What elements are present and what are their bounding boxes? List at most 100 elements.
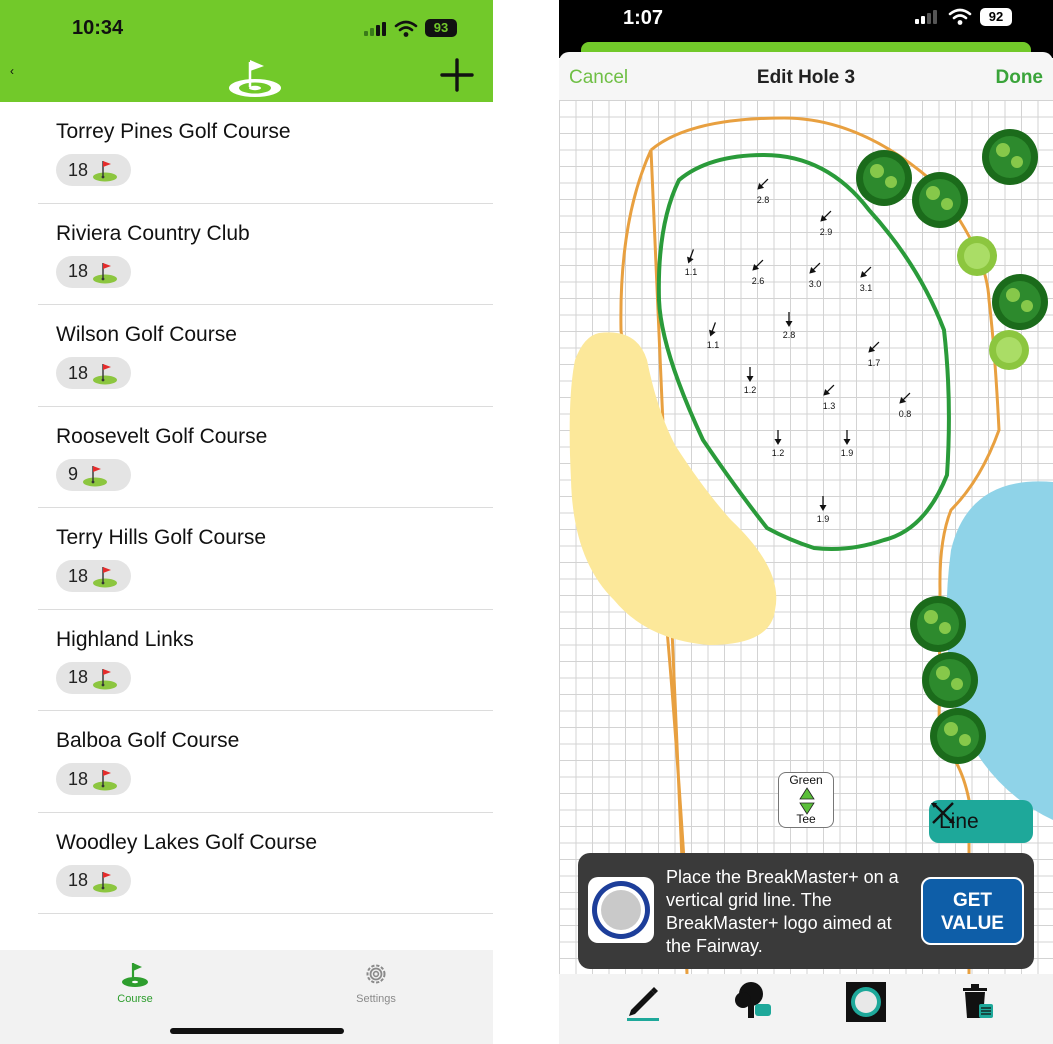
hole-map-canvas[interactable]: 2.8 2.9 1.1 2.6 3.0 3.1 1.1 2.8 1.7 1.2 1.3 0.8 1.2 1…	[559, 100, 1053, 974]
slope-markers: 2.8 2.9 1.1 2.6 3.0 3.1 1.1 2.8 1.7 1.2 1.3 0.8 1.2 1…	[685, 177, 913, 524]
slope-marker[interactable]: 1.2	[772, 430, 785, 458]
bush-icon	[989, 330, 1029, 370]
home-indicator	[170, 1028, 344, 1034]
tab-course-label: Course	[117, 993, 153, 1005]
slope-marker[interactable]: 2.8	[783, 312, 796, 340]
hole-count-badge: 18	[56, 864, 131, 897]
flag-green-icon	[93, 770, 118, 791]
page-title: Edit Hole 3	[756, 67, 856, 88]
course-row[interactable]: Riviera Country Club 18	[0, 204, 493, 305]
tree-icon	[992, 274, 1048, 330]
back-chevron-icon[interactable]: ‹	[10, 64, 14, 78]
slope-value: 2.6	[752, 276, 765, 286]
course-row[interactable]: Roosevelt Golf Course 9	[0, 407, 493, 508]
course-name: Riviera Country Club	[56, 221, 250, 245]
hole-count-badge: 18	[56, 560, 131, 592]
slope-marker[interactable]: 1.2	[744, 367, 757, 395]
status-time: 1:07	[623, 7, 664, 29]
flag-green-icon	[83, 465, 108, 486]
hole-count: 18	[68, 159, 89, 180]
slope-marker[interactable]: 1.1	[685, 248, 698, 277]
battery-indicator: 93	[425, 19, 457, 37]
pencil-icon[interactable]	[623, 980, 663, 1022]
slope-value: 1.2	[744, 385, 757, 395]
course-name: Torrey Pines Golf Course	[56, 120, 291, 143]
nav-bar: Cancel Edit Hole 3 Done	[559, 52, 1053, 100]
slope-value: 0.8	[899, 409, 912, 419]
course-row[interactable]: Balboa Golf Course 18	[0, 711, 493, 813]
tree-tool-icon[interactable]	[733, 980, 777, 1022]
course-list-screen: 10:34 93 ‹ Torrey Pines Golf Course 18 R…	[0, 0, 493, 1044]
course-name: Terry Hills Golf Course	[56, 526, 267, 549]
course-row[interactable]: Highland Links 18	[0, 610, 493, 711]
gear-icon	[366, 964, 386, 984]
battery-indicator: 92	[980, 8, 1012, 26]
course-name: Highland Links	[56, 627, 194, 651]
course-row[interactable]: Torrey Pines Golf Course 18	[0, 102, 493, 204]
slope-marker[interactable]: 2.8	[755, 177, 771, 205]
hole-count: 9	[68, 464, 79, 484]
slope-value: 3.1	[860, 283, 873, 293]
instruction-banner: Place the BreakMaster+ on a vertical gri…	[578, 853, 1034, 969]
instruction-text: Place the BreakMaster+ on a vertical gri…	[666, 867, 899, 956]
hole-count: 18	[68, 565, 89, 586]
flag-green-icon	[93, 161, 118, 182]
slope-marker[interactable]: 1.9	[841, 430, 854, 458]
line-mode-button[interactable]: Line	[929, 800, 1033, 843]
hole-count: 18	[68, 870, 89, 890]
slope-marker[interactable]: 1.7	[866, 340, 882, 368]
water-hazard	[946, 481, 1053, 820]
orient-top-label: Green	[789, 773, 823, 787]
wifi-icon	[948, 8, 972, 25]
slope-marker[interactable]: 2.9	[818, 209, 834, 237]
tab-course[interactable]: Course	[90, 960, 180, 1005]
bunker	[569, 332, 777, 645]
hole-count-badge: 18	[56, 763, 131, 795]
drawing-toolbar	[559, 974, 1053, 1044]
slope-marker[interactable]: 1.1	[707, 321, 720, 350]
orientation-indicator: Green Tee	[778, 772, 834, 828]
breakmaster-device-icon	[588, 877, 654, 943]
slope-marker[interactable]: 0.8	[897, 391, 913, 419]
tree-icon	[856, 150, 912, 206]
cellular-signal-icon	[364, 22, 386, 36]
get-value-button[interactable]: GET VALUE	[921, 877, 1024, 945]
slope-value: 1.9	[841, 448, 854, 458]
trash-icon[interactable]	[957, 980, 997, 1022]
hole-count: 18	[68, 768, 89, 789]
tab-settings[interactable]: Settings	[331, 960, 421, 1005]
slope-marker[interactable]: 2.6	[750, 258, 766, 286]
slope-marker[interactable]: 3.0	[807, 261, 823, 289]
slope-marker[interactable]: 3.1	[858, 265, 874, 293]
tree-icon	[982, 129, 1038, 185]
course-row[interactable]: Terry Hills Golf Course 18	[0, 508, 493, 610]
course-name: Balboa Golf Course	[56, 729, 240, 752]
slope-value: 2.9	[820, 227, 833, 237]
course-name: Woodley Lakes Golf Course	[56, 830, 318, 854]
done-button[interactable]: Done	[996, 67, 1044, 89]
row-divider	[38, 913, 493, 914]
add-course-button[interactable]	[440, 58, 474, 92]
slope-value: 1.1	[685, 267, 698, 277]
hole-count-badge: 18	[56, 661, 131, 694]
course-row[interactable]: Woodley Lakes Golf Course 18	[0, 813, 493, 914]
slope-value: 3.0	[809, 279, 822, 289]
cellular-signal-icon	[915, 10, 937, 24]
slope-marker[interactable]: 1.9	[817, 496, 830, 524]
flag-green-icon	[93, 668, 118, 689]
slope-value: 1.7	[868, 358, 881, 368]
slope-value: 1.3	[823, 401, 836, 411]
hole-count-badge: 18	[56, 255, 131, 288]
course-name: Wilson Golf Course	[56, 323, 237, 346]
flag-green-icon	[93, 262, 118, 283]
green-shape-icon[interactable]	[844, 980, 888, 1024]
hole-count: 18	[68, 667, 89, 687]
slope-value: 1.9	[817, 514, 830, 524]
orient-bottom-label: Tee	[796, 812, 816, 826]
slope-value: 1.2	[772, 448, 785, 458]
edit-hole-screen: 1:07 92 Cancel Edit Hole 3 Done 2.8 2.9 …	[559, 0, 1053, 1044]
hole-count-badge: 18	[56, 357, 131, 389]
course-row[interactable]: Wilson Golf Course 18	[0, 305, 493, 407]
app-logo-icon	[229, 60, 281, 97]
slope-marker[interactable]: 1.3	[821, 383, 837, 411]
